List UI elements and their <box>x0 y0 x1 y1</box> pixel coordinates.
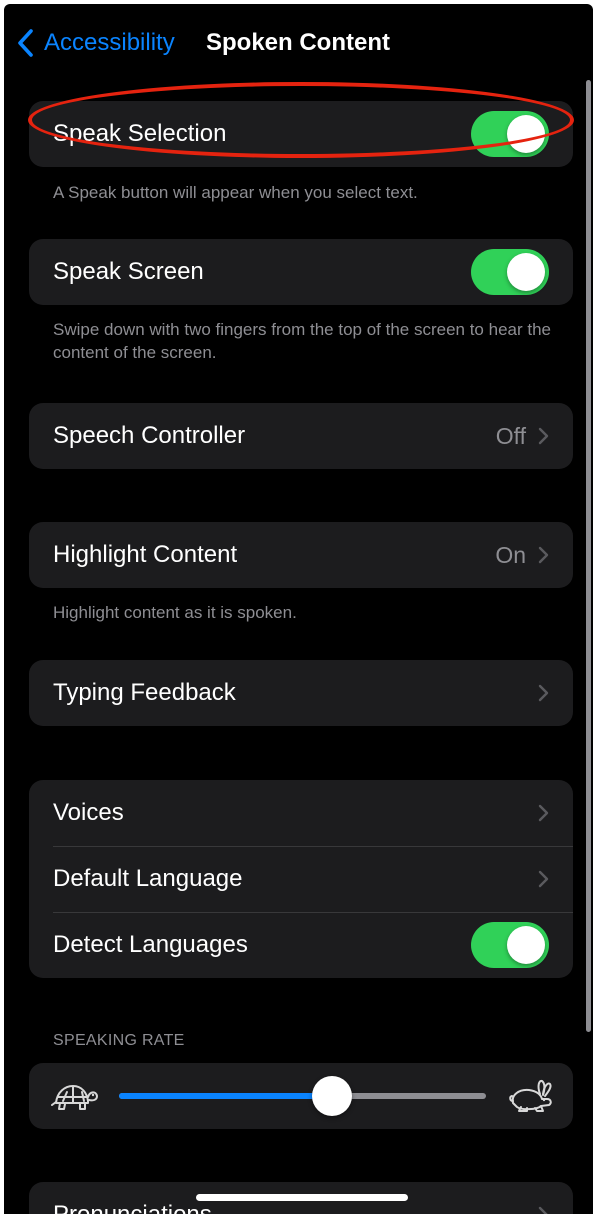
phone-screen: Accessibility Spoken Content Speak Selec… <box>4 4 593 1214</box>
speak-screen-group: Speak Screen <box>29 239 573 305</box>
speak-screen-toggle[interactable] <box>471 249 549 295</box>
speak-selection-group: Speak Selection <box>29 101 573 167</box>
chevron-right-icon <box>538 1206 548 1214</box>
back-button-label: Accessibility <box>44 29 175 56</box>
highlight-content-group: Highlight Content On <box>29 522 573 588</box>
speaking-rate-header: SPEAKING RATE <box>53 1032 185 1049</box>
toggle-knob <box>507 115 545 153</box>
page-title: Spoken Content <box>206 29 390 56</box>
detect-languages-toggle[interactable] <box>471 922 549 968</box>
home-indicator[interactable] <box>196 1194 408 1201</box>
typing-feedback-group: Typing Feedback <box>29 660 573 726</box>
speech-controller-group: Speech Controller Off <box>29 403 573 469</box>
voices-label: Voices <box>53 799 124 826</box>
highlight-content-footer: Highlight content as it is spoken. <box>53 603 297 622</box>
speech-controller-label: Speech Controller <box>53 422 246 449</box>
speak-selection-label: Speak Selection <box>53 120 227 147</box>
highlight-content-label: Highlight Content <box>53 541 238 568</box>
toggle-knob <box>507 926 545 964</box>
navigation-bar: Accessibility Spoken Content <box>4 4 593 80</box>
speaking-rate-group <box>29 1063 573 1129</box>
highlight-content-row[interactable]: Highlight Content On <box>29 522 573 588</box>
chevron-right-icon <box>538 546 549 564</box>
speak-screen-label: Speak Screen <box>53 258 204 285</box>
back-button[interactable]: Accessibility <box>16 26 175 60</box>
chevron-right-icon <box>538 684 549 702</box>
speech-controller-row[interactable]: Speech Controller Off <box>29 403 573 469</box>
chevron-right-icon <box>538 870 549 888</box>
slider-knob[interactable] <box>311 1076 352 1116</box>
pronunciations-label: Pronunciations <box>53 1201 538 1214</box>
voices-row[interactable]: Voices <box>29 780 573 846</box>
highlight-content-value: On <box>495 541 526 568</box>
voices-group: Voices Default Language Detect Languages <box>29 780 573 978</box>
speak-selection-row: Speak Selection <box>29 101 573 167</box>
chevron-right-icon <box>538 804 549 822</box>
chevron-right-icon <box>538 427 549 445</box>
speech-controller-value: Off <box>495 422 526 449</box>
default-language-row[interactable]: Default Language <box>29 846 573 912</box>
rabbit-icon <box>509 1079 552 1112</box>
slider-fill <box>119 1093 332 1099</box>
speaking-rate-slider <box>29 1063 573 1129</box>
detect-languages-label: Detect Languages <box>53 931 248 958</box>
scrollbar[interactable] <box>586 80 591 1032</box>
typing-feedback-label: Typing Feedback <box>53 679 236 706</box>
speak-screen-footer: Swipe down with two fingers from the top… <box>53 320 551 362</box>
speak-selection-toggle[interactable] <box>471 111 549 157</box>
default-language-label: Default Language <box>53 865 243 892</box>
chevron-left-icon <box>18 29 33 57</box>
turtle-icon <box>51 1085 98 1110</box>
toggle-knob <box>507 253 545 291</box>
detect-languages-row: Detect Languages <box>29 912 573 978</box>
speak-selection-footer: A Speak button will appear when you sele… <box>53 183 418 202</box>
typing-feedback-row[interactable]: Typing Feedback <box>29 660 573 726</box>
speak-screen-row: Speak Screen <box>29 239 573 305</box>
